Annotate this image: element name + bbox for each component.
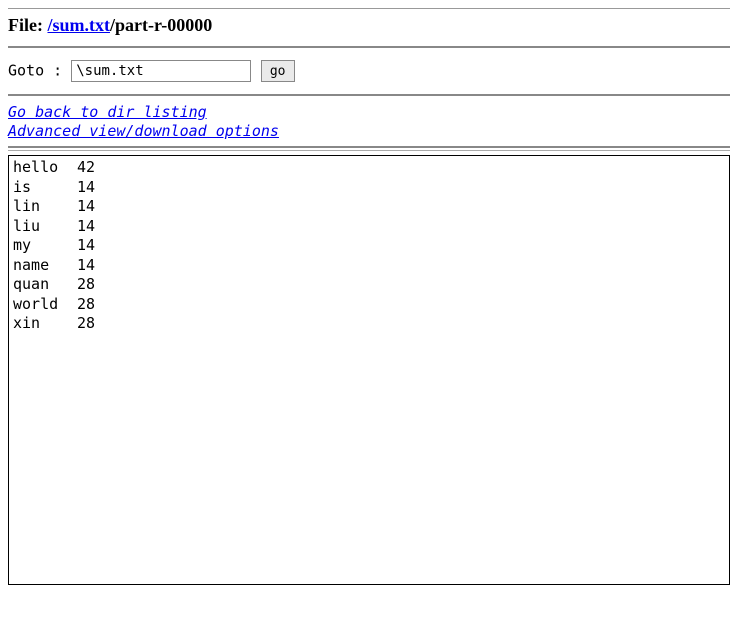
advanced-options-link[interactable]: Advanced view/download options [8,122,279,140]
file-key: xin [13,314,77,334]
goto-input[interactable] [71,60,251,82]
file-key: quan [13,275,77,295]
file-val: 28 [77,275,95,295]
file-row: world28 [13,295,725,315]
file-val: 14 [77,236,95,256]
file-row: is14 [13,178,725,198]
file-val: 14 [77,217,95,237]
file-val: 14 [77,197,95,217]
file-row: xin28 [13,314,725,334]
divider [8,94,730,96]
goto-row: Goto : go [8,60,730,82]
file-content-box[interactable]: hello42is14lin14liu14my14name14quan28wor… [8,155,730,585]
goto-label: Goto : [8,62,71,80]
back-to-dir-link[interactable]: Go back to dir listing [8,103,207,121]
file-key: hello [13,158,77,178]
path-suffix: /part-r-00000 [110,15,212,35]
divider [8,46,730,48]
file-val: 28 [77,295,95,315]
file-row: name14 [13,256,725,276]
file-row: hello42 [13,158,725,178]
go-button[interactable]: go [261,60,295,82]
file-key: is [13,178,77,198]
path-link[interactable]: /sum.txt [47,15,110,35]
file-key: world [13,295,77,315]
file-key: lin [13,197,77,217]
file-key: my [13,236,77,256]
divider [8,150,730,151]
file-key: name [13,256,77,276]
file-val: 28 [77,314,95,334]
page-title: File: /sum.txt/part-r-00000 [8,15,730,36]
file-row: my14 [13,236,725,256]
file-row: lin14 [13,197,725,217]
file-val: 14 [77,256,95,276]
file-val: 14 [77,178,95,198]
file-val: 42 [77,158,95,178]
file-row: liu14 [13,217,725,237]
file-key: liu [13,217,77,237]
file-row: quan28 [13,275,725,295]
divider [8,146,730,148]
file-label: File: [8,15,47,35]
